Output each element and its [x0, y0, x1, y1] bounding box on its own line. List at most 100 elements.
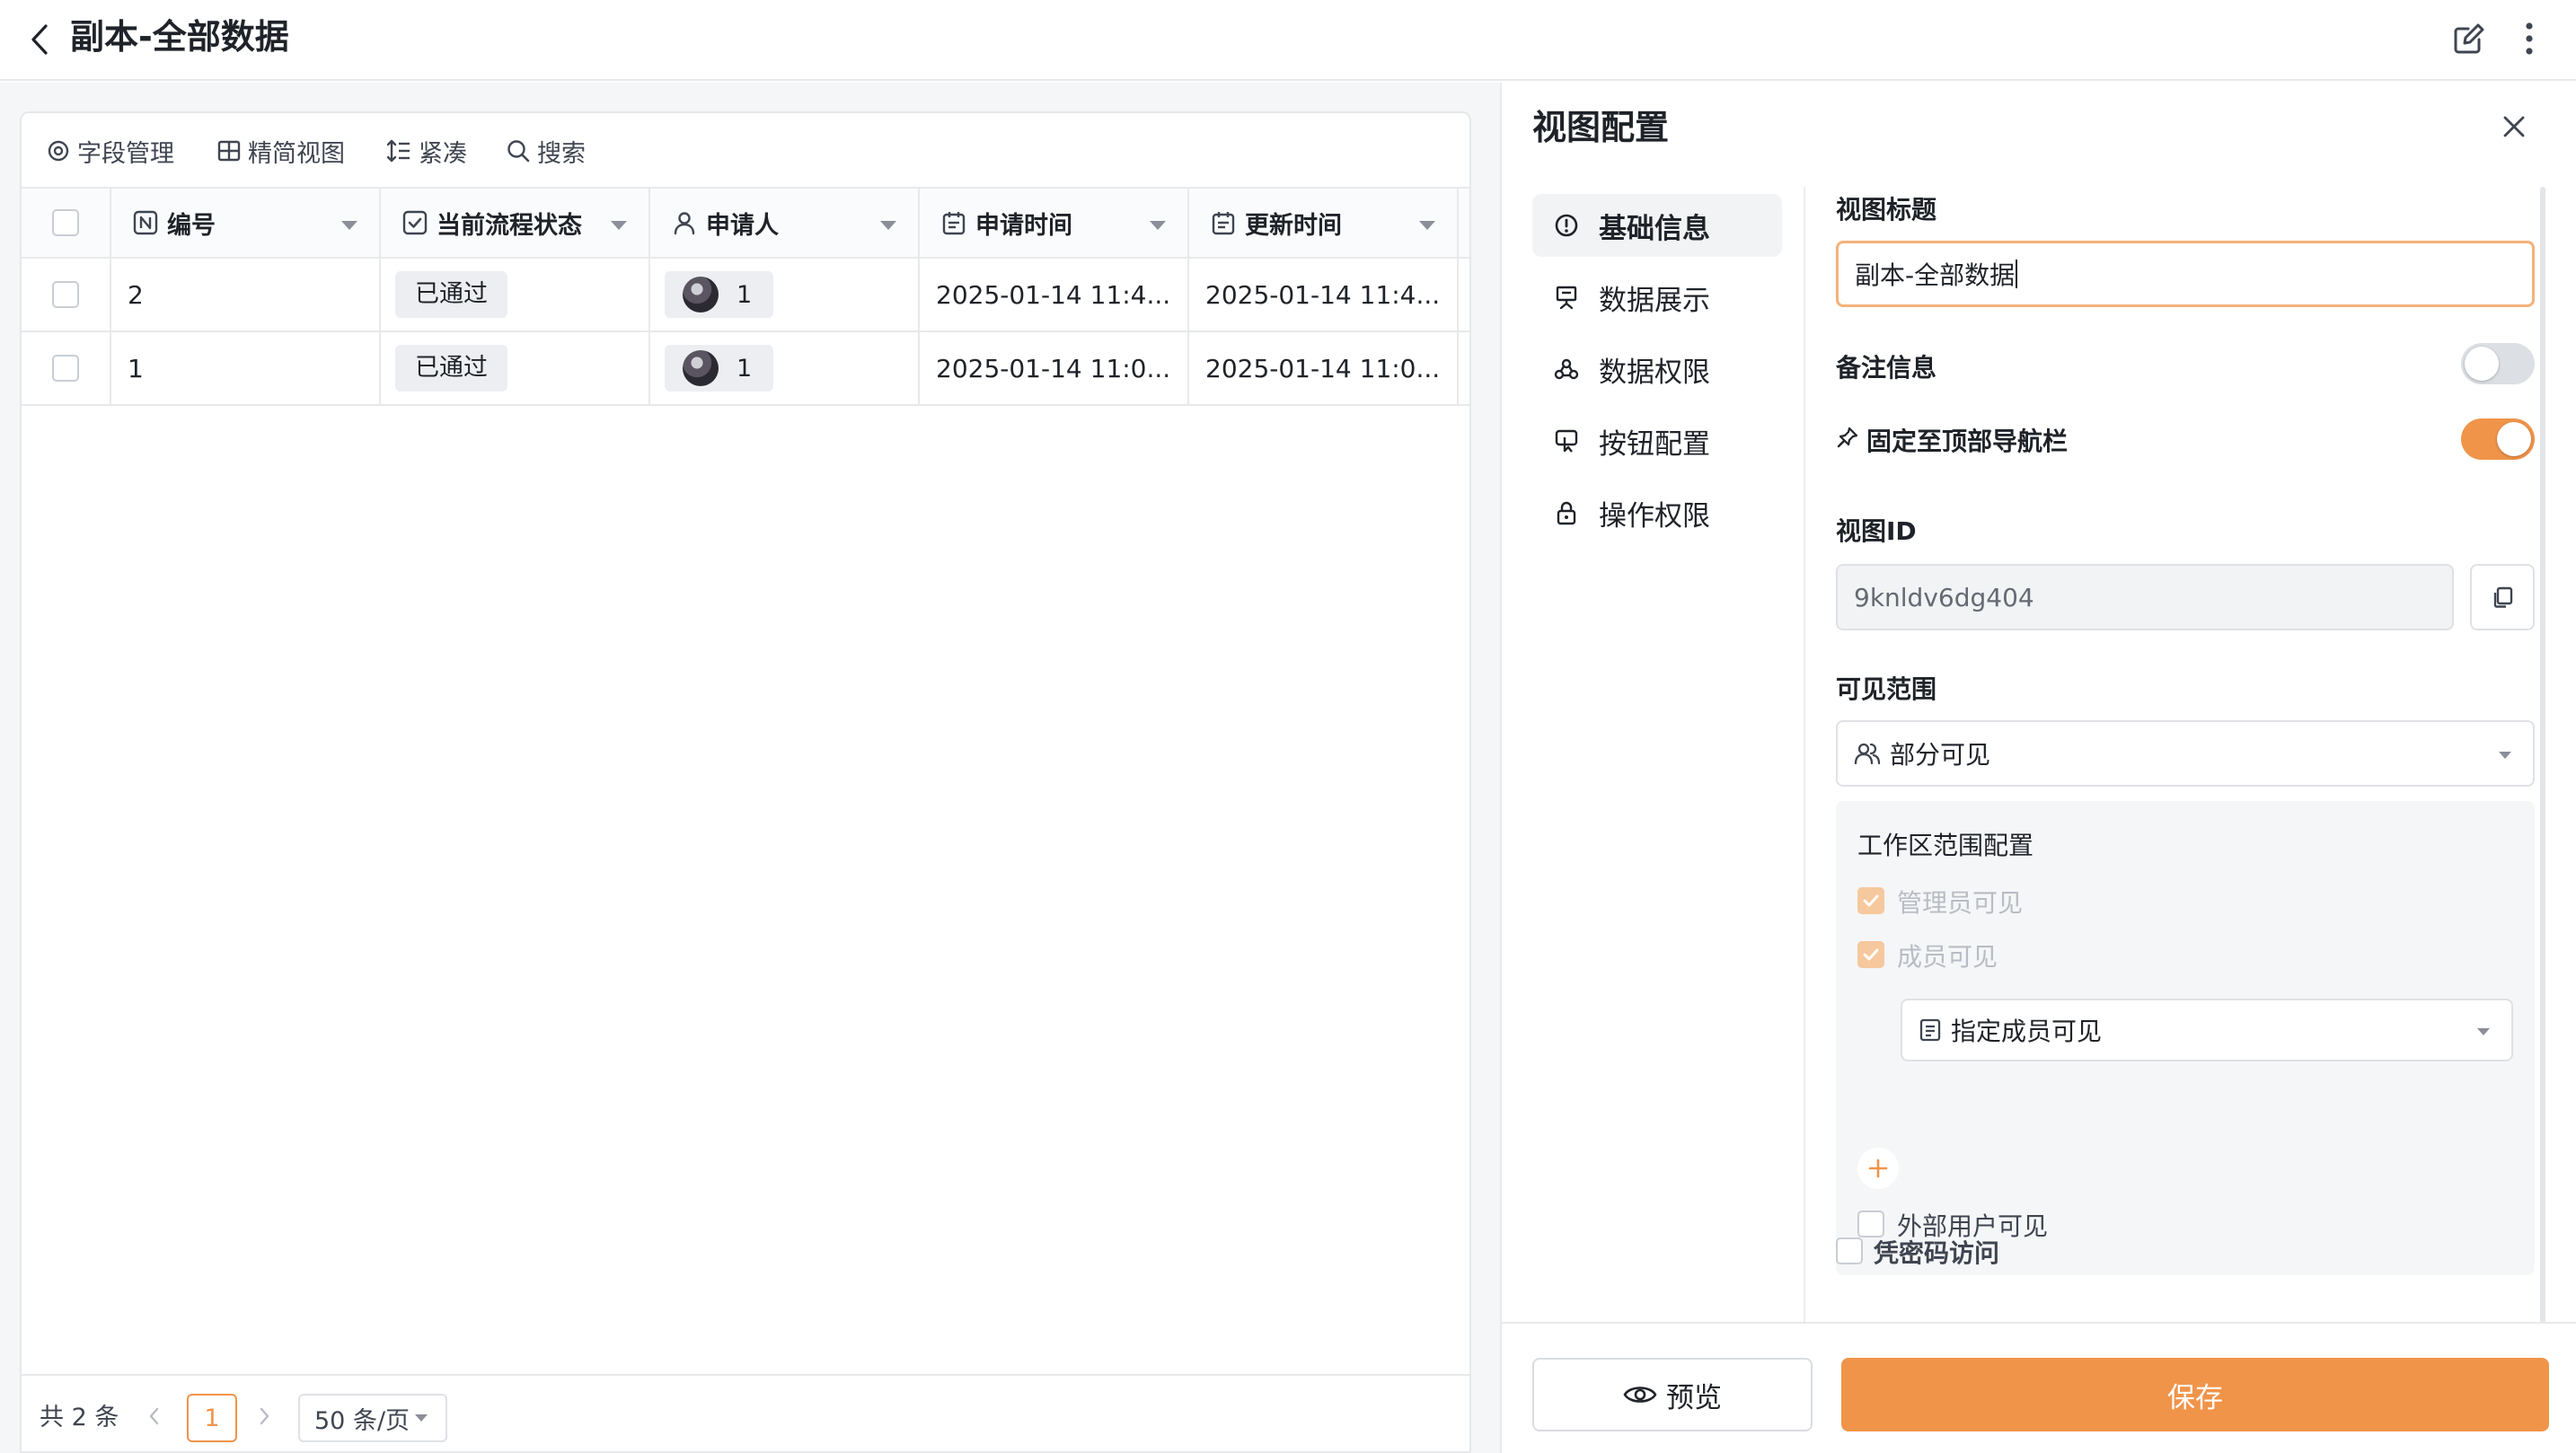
column-header-status[interactable]: 当前流程状态 — [381, 189, 650, 257]
cell-status[interactable]: 已通过 — [381, 259, 650, 330]
density-button[interactable]: 紧凑 — [386, 131, 467, 171]
nav-item-data-permission[interactable]: 数据权限 — [1532, 338, 1782, 401]
target-icon — [48, 140, 69, 162]
column-header-applicant[interactable]: 申请人 — [650, 189, 920, 257]
status-badge: 已通过 — [395, 345, 507, 392]
nav-item-button-config[interactable]: 按钮配置 — [1532, 409, 1782, 472]
prev-page-icon[interactable] — [147, 1406, 160, 1426]
select-all-checkbox[interactable] — [52, 209, 79, 236]
visibility-select[interactable]: 部分可见 — [1836, 720, 2535, 787]
view-config-panel: 视图配置 基础信息 数据展示 数据权限 按钮配置 操作权限 视图标题 副本-全部… — [1500, 83, 2576, 1453]
search-button[interactable]: 搜索 — [507, 131, 586, 171]
visibility-value: 部分可见 — [1890, 740, 1991, 770]
select-all-cell — [22, 189, 111, 257]
member-visible-checkbox[interactable] — [1857, 941, 1884, 968]
column-header-id[interactable]: 编号 — [111, 189, 381, 257]
cell-update-time[interactable]: 2025-01-14 11:0... — [1189, 332, 1459, 404]
permission-icon — [1554, 358, 1579, 380]
cell-id[interactable]: 2 — [111, 259, 381, 330]
nav-item-operation-permission[interactable]: 操作权限 — [1532, 481, 1782, 544]
table-row[interactable]: 2 已通过 1 2025-01-14 11:4... 2025-01-14 11… — [22, 259, 1469, 332]
cell-applicant[interactable]: 1 — [650, 332, 920, 404]
compact-view-button[interactable]: 精简视图 — [217, 131, 345, 171]
density-label: 紧凑 — [419, 139, 467, 168]
save-label: 保存 — [2167, 1381, 2223, 1414]
chevron-down-icon — [415, 1414, 428, 1422]
current-page-button[interactable]: 1 — [187, 1394, 237, 1442]
cell-id-text: 2 — [128, 279, 144, 310]
text-cursor — [2016, 260, 2018, 288]
table-row[interactable]: 1 已通过 1 2025-01-14 11:0... 2025-01-14 11… — [22, 332, 1469, 406]
table-card: 字段管理 精简视图 紧凑 搜索 编号 当前流程状态 申请人 申请时间 更新时间 … — [20, 111, 1471, 1453]
field-manage-button[interactable]: 字段管理 — [47, 131, 174, 171]
remark-toggle[interactable] — [2461, 343, 2535, 384]
view-id-label: 视图ID — [1836, 516, 1917, 546]
cell-update-time[interactable]: 2025-01-14 11:4... — [1189, 259, 1459, 330]
chevron-down-icon[interactable] — [341, 221, 357, 230]
user-tag: 1 — [665, 345, 774, 392]
nav-item-basic-info[interactable]: 基础信息 — [1532, 194, 1782, 257]
password-access-checkbox[interactable] — [1836, 1237, 1863, 1264]
preview-button[interactable]: 预览 — [1532, 1358, 1813, 1431]
edit-icon[interactable] — [2447, 16, 2492, 61]
add-button[interactable] — [1857, 1148, 1899, 1189]
presentation-icon — [1556, 286, 1577, 310]
pin-toggle[interactable] — [2461, 418, 2535, 460]
save-button[interactable]: 保存 — [1841, 1358, 2549, 1431]
row-height-icon — [386, 139, 410, 163]
scrollbar[interactable] — [2540, 187, 2545, 1354]
row-checkbox[interactable] — [52, 281, 79, 308]
nav-label: 基础信息 — [1599, 212, 1710, 245]
column-header-apply-time[interactable]: 申请时间 — [920, 189, 1189, 257]
pin-label: 固定至顶部导航栏 — [1866, 427, 2069, 456]
column-header-update-time[interactable]: 更新时间 — [1189, 189, 1459, 257]
more-vertical-icon[interactable] — [2511, 16, 2547, 61]
page-size-select[interactable]: 50 条/页 — [298, 1394, 447, 1442]
cell-apply-time-text: 2025-01-14 11:4... — [936, 279, 1171, 310]
plus-icon — [1868, 1158, 1888, 1178]
row-checkbox[interactable] — [52, 355, 79, 382]
chevron-down-icon[interactable] — [1419, 221, 1435, 230]
lock-icon — [1557, 501, 1576, 525]
total-count: 共 2 条 — [40, 1404, 119, 1431]
cell-status[interactable]: 已通过 — [381, 332, 650, 404]
cell-applicant[interactable]: 1 — [650, 259, 920, 330]
cell-update-time-text: 2025-01-14 11:0... — [1205, 353, 1441, 383]
cell-apply-time[interactable]: 2025-01-14 11:0... — [920, 332, 1189, 404]
grid-icon — [217, 140, 241, 162]
copy-icon — [2493, 586, 2513, 608]
back-icon[interactable] — [22, 20, 57, 59]
cell-id-text: 1 — [128, 353, 144, 383]
nav-label: 数据权限 — [1599, 356, 1710, 389]
member-scope-value: 指定成员可见 — [1951, 1017, 2103, 1046]
cell-apply-time[interactable]: 2025-01-14 11:4... — [920, 259, 1189, 330]
close-icon[interactable] — [2501, 113, 2527, 140]
field-manage-label: 字段管理 — [77, 139, 174, 168]
cell-update-time-text: 2025-01-14 11:4... — [1205, 279, 1441, 310]
member-scope-select[interactable]: 指定成员可见 — [1901, 999, 2513, 1061]
number-field-icon — [133, 210, 158, 235]
view-title-input[interactable]: 副本-全部数据 — [1836, 241, 2535, 307]
copy-button[interactable] — [2470, 564, 2535, 630]
panel-footer: 预览 保存 — [1502, 1322, 2576, 1453]
pin-icon — [1836, 426, 1859, 449]
password-access-label: 凭密码访问 — [1874, 1238, 2000, 1268]
users-icon — [1854, 743, 1881, 765]
button-icon — [1555, 429, 1578, 453]
status-badge: 已通过 — [395, 271, 507, 318]
nav-item-data-display[interactable]: 数据展示 — [1532, 266, 1782, 329]
row-select-cell — [22, 259, 111, 330]
user-name: 1 — [737, 280, 753, 309]
nav-label: 数据展示 — [1599, 284, 1710, 317]
chevron-down-icon[interactable] — [880, 221, 896, 230]
page-title: 副本-全部数据 — [70, 17, 289, 57]
column-label-applicant: 申请人 — [706, 211, 779, 240]
admin-visible-checkbox[interactable] — [1857, 887, 1884, 914]
cell-id[interactable]: 1 — [111, 332, 381, 404]
chevron-down-icon[interactable] — [611, 221, 627, 230]
next-page-icon[interactable] — [259, 1406, 271, 1426]
info-icon — [1555, 214, 1578, 237]
chevron-down-icon[interactable] — [1150, 221, 1166, 230]
search-icon — [507, 140, 530, 163]
avatar — [683, 350, 719, 386]
